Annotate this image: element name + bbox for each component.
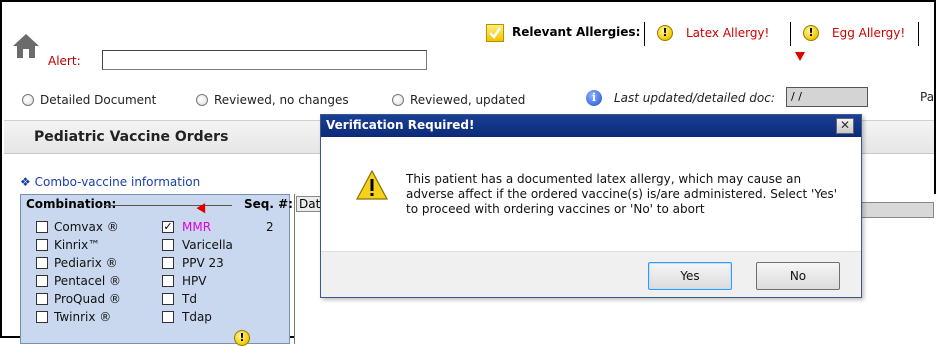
vaccine-label: Pentacel ® bbox=[54, 274, 121, 288]
radio-label: Detailed Document bbox=[40, 93, 157, 107]
checkbox-comvax[interactable] bbox=[36, 221, 48, 233]
no-button[interactable]: No bbox=[756, 262, 840, 290]
vaccine-label: HPV bbox=[182, 274, 207, 288]
separator bbox=[918, 22, 919, 46]
vaccine-label: Pediarix ® bbox=[54, 256, 118, 270]
checkbox-td[interactable] bbox=[162, 293, 174, 305]
combo-vaccine-link[interactable]: ❖ Combo-vaccine information bbox=[20, 175, 200, 189]
warning-icon: ! bbox=[234, 330, 250, 346]
vaccine-label: Tdap bbox=[182, 310, 212, 324]
radio-label: Reviewed, updated bbox=[410, 93, 526, 107]
seq-value: 2 bbox=[266, 220, 274, 234]
radio-reviewed-no-changes[interactable] bbox=[196, 94, 208, 106]
seq-header: Seq. #: bbox=[244, 197, 293, 211]
alert-input[interactable] bbox=[102, 50, 427, 70]
info-icon[interactable]: i bbox=[586, 90, 602, 106]
checkbox-pediarix[interactable] bbox=[36, 257, 48, 269]
allergy-latex[interactable]: Latex Allergy! bbox=[686, 26, 769, 40]
section-title: Pediatric Vaccine Orders bbox=[34, 129, 229, 145]
close-icon[interactable]: ✕ bbox=[836, 118, 854, 134]
checkbox-hpv[interactable] bbox=[162, 275, 174, 287]
warning-icon: ! bbox=[657, 25, 673, 41]
checkbox-kinrix[interactable] bbox=[36, 239, 48, 251]
last-updated-label: Last updated/detailed doc: bbox=[614, 91, 775, 105]
vaccine-label: Twinrix ® bbox=[54, 310, 112, 324]
separator bbox=[790, 22, 791, 46]
vaccine-label: PPV 23 bbox=[182, 256, 224, 270]
radio-detailed-document[interactable] bbox=[22, 94, 34, 106]
relevant-allergies-checkbox-icon[interactable] bbox=[486, 24, 504, 42]
dialog-message: This patient has a documented latex alle… bbox=[406, 172, 838, 216]
radio-label: Reviewed, no changes bbox=[214, 93, 349, 107]
truncated-label: Pa bbox=[920, 90, 935, 104]
vaccine-label: Varicella bbox=[182, 238, 233, 252]
checkbox-varicella[interactable] bbox=[162, 239, 174, 251]
home-icon[interactable] bbox=[12, 32, 40, 60]
vaccine-label-mmr: MMR bbox=[182, 220, 212, 234]
allergy-egg[interactable]: Egg Allergy! bbox=[832, 26, 905, 40]
divider bbox=[104, 205, 232, 206]
last-updated-input[interactable]: / / bbox=[786, 87, 868, 107]
vaccine-label: ProQuad ® bbox=[54, 292, 121, 306]
radio-reviewed-updated[interactable] bbox=[392, 94, 404, 106]
checkbox-mmr[interactable]: ✓ bbox=[162, 221, 174, 233]
vaccine-label: Kinrix™ bbox=[54, 238, 101, 252]
grid-column-header-right[interactable] bbox=[857, 202, 934, 218]
red-arrow-down-icon bbox=[795, 52, 805, 61]
checkbox-proquad[interactable] bbox=[36, 293, 48, 305]
yes-button[interactable]: Yes bbox=[648, 262, 732, 290]
combo-link-label: Combo-vaccine information bbox=[34, 175, 201, 189]
relevant-allergies-label: Relevant Allergies: bbox=[512, 25, 641, 39]
warning-icon: ! bbox=[803, 25, 819, 41]
checkbox-twinrix[interactable] bbox=[36, 311, 48, 323]
diamond-icon: ❖ bbox=[20, 175, 31, 189]
checkbox-ppv23[interactable] bbox=[162, 257, 174, 269]
dialog-title: Verification Required! bbox=[326, 118, 475, 132]
vaccine-label: Td bbox=[182, 292, 197, 306]
checkbox-pentacel[interactable] bbox=[36, 275, 48, 287]
alert-label: Alert: bbox=[48, 54, 81, 68]
separator bbox=[644, 22, 645, 46]
combination-header: Combination: bbox=[26, 197, 117, 211]
vaccine-label: Comvax ® bbox=[54, 220, 119, 234]
warning-triangle-icon bbox=[355, 169, 389, 203]
checkbox-tdap[interactable] bbox=[162, 311, 174, 323]
